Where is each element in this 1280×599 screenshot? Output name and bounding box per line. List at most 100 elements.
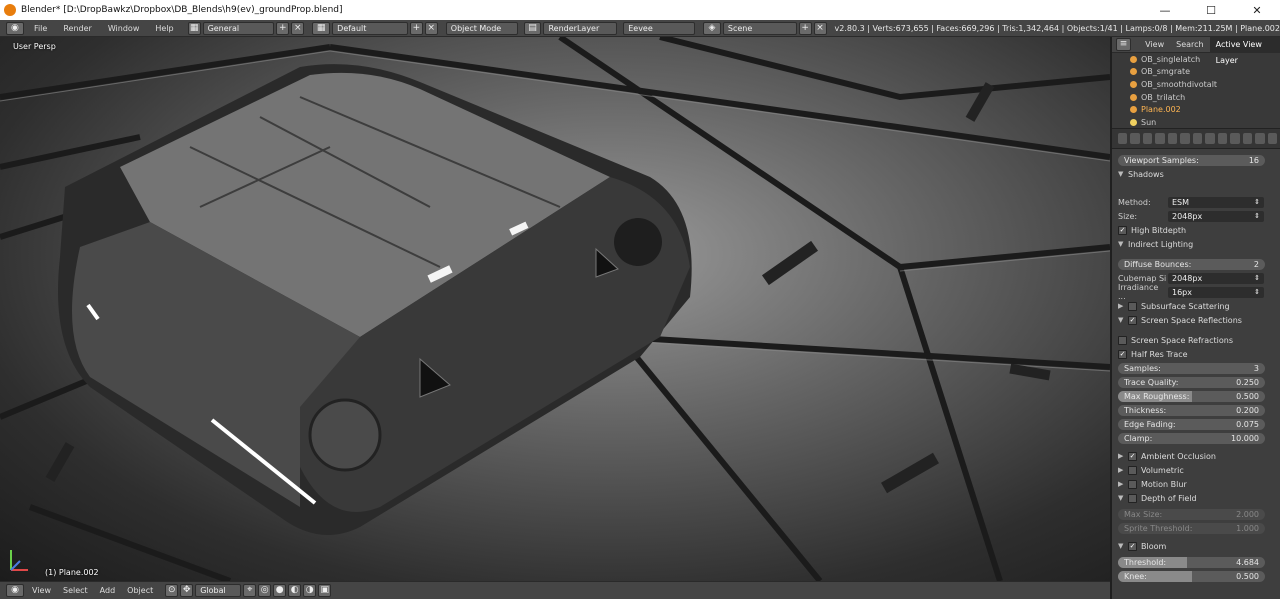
screen-layout-icon[interactable]: ▦ [312,21,331,35]
dof-panel-header[interactable]: ▼ Depth of Field [1118,491,1274,505]
mode-selector[interactable]: Object Mode [445,21,518,35]
outliner-editor-type-icon[interactable]: ≡ [1116,38,1132,51]
sss-panel-header[interactable]: ▶ Subsurface Scattering [1118,299,1274,313]
window-title: Blender* [D:\DropBawkz\Dropbox\DB_Blends… [21,5,343,15]
scene-tab-icon[interactable] [1167,133,1178,144]
output-tab-icon[interactable] [1142,133,1153,144]
bloom-knee-field[interactable]: Knee: 0.500 [1118,570,1265,582]
pivot-icon[interactable]: ⊙ [165,584,179,597]
shadows-panel-header[interactable]: ▼ Shadows [1118,167,1274,181]
tool-tab-icon[interactable] [1118,133,1128,144]
ao-panel-header[interactable]: ▶ ✓ Ambient Occlusion [1118,449,1274,463]
screen-selector[interactable]: Default [332,21,408,35]
object-tab-icon[interactable] [1192,133,1203,144]
indirect-lighting-panel-header[interactable]: ▼ Indirect Lighting [1118,237,1274,251]
render-engine-selector[interactable]: Eevee [623,21,695,35]
add-workspace-icon[interactable]: + [276,21,290,35]
volumetric-checkbox[interactable] [1128,465,1137,475]
menu-view[interactable]: View [26,586,57,595]
high-bitdepth-checkbox[interactable]: ✓ [1118,225,1127,235]
maximize-button[interactable]: ☐ [1188,4,1234,17]
ssr-max-roughness-field[interactable]: Max Roughness: 0.500 [1118,390,1265,402]
overlay-icon[interactable]: ▣ [318,584,332,597]
shading-solid-icon[interactable]: ● [273,584,287,597]
dof-max-size-field[interactable]: Max Size: 2.000 [1118,508,1265,520]
menu-object[interactable]: Object [121,586,159,595]
outliner-tab-search[interactable]: Search [1170,40,1209,49]
menu-render[interactable]: Render [55,24,99,33]
physics-tab-icon[interactable] [1230,133,1240,144]
cubemap-size-dropdown[interactable]: 2048px ⇕ [1168,272,1264,284]
editor-type-icon[interactable]: ◉ [6,21,24,35]
close-window-button[interactable]: ✕ [1234,4,1280,17]
world-tab-icon[interactable] [1180,133,1190,144]
motion-blur-panel-header[interactable]: ▶ Motion Blur [1118,477,1274,491]
scene-selector[interactable]: Scene [722,21,797,35]
view-layer-tab-icon[interactable] [1155,133,1165,144]
workspace-selector[interactable]: General [202,21,275,35]
snap-icon[interactable]: ⌖ [243,584,257,597]
material-tab-icon[interactable] [1267,133,1278,144]
workspace-icon[interactable]: ▦ [187,21,201,35]
shadow-size-dropdown[interactable]: 2048px ⇕ [1168,210,1264,222]
ssr-panel-header[interactable]: ▼ ✓ Screen Space Reflections [1118,313,1274,327]
minimize-button[interactable]: — [1142,4,1188,17]
shading-render-icon[interactable]: ◑ [303,584,317,597]
outliner-item[interactable]: OB_singlelatch [1112,53,1280,66]
menu-select[interactable]: Select [57,586,94,595]
data-tab-icon[interactable] [1255,133,1265,144]
viewport-editor-type-icon[interactable]: ◉ [6,584,24,597]
outliner-item[interactable]: OB_smoothdivotalt [1112,78,1280,91]
menu-help[interactable]: Help [147,24,181,33]
outliner-item-selected[interactable]: Plane.002 [1112,103,1280,116]
remove-workspace-icon[interactable]: × [291,21,305,35]
diffuse-bounces-field[interactable]: Diffuse Bounces: 2 [1118,258,1265,270]
3d-viewport[interactable]: User Persp (1) Plane.002 [0,37,1110,581]
shading-material-icon[interactable]: ◐ [288,584,302,597]
half-res-trace-checkbox[interactable]: ✓ [1118,349,1127,359]
ssr-thickness-field[interactable]: Thickness: 0.200 [1118,404,1265,416]
motion-blur-checkbox[interactable] [1128,479,1137,489]
particles-tab-icon[interactable] [1217,133,1228,144]
remove-screen-icon[interactable]: × [424,21,438,35]
outliner-item[interactable]: Sun [1112,116,1280,129]
transform-orientation-selector[interactable]: Global [195,584,242,597]
add-screen-icon[interactable]: + [409,21,423,35]
render-tab-icon[interactable] [1130,133,1140,144]
outliner-tab-view[interactable]: View [1139,40,1170,49]
bloom-checkbox[interactable]: ✓ [1128,541,1137,551]
menu-window[interactable]: Window [100,24,148,33]
ssr-clamp-field[interactable]: Clamp: 10.000 [1118,432,1265,444]
scene-icon[interactable]: ◈ [702,21,721,35]
menu-file[interactable]: File [26,24,55,33]
ssr-checkbox[interactable]: ✓ [1128,315,1137,325]
ssr-edge-fading-field[interactable]: Edge Fading: 0.075 [1118,418,1265,430]
proportional-edit-icon[interactable]: ◎ [258,584,272,597]
viewport-samples-field[interactable]: Viewport Samples: 16 [1118,154,1265,166]
render-layer-selector[interactable]: RenderLayer [543,21,618,35]
ssr-samples-field[interactable]: Samples: 3 [1118,362,1265,374]
remove-scene-icon[interactable]: × [813,21,827,35]
volumetric-panel-header[interactable]: ▶ Volumetric [1118,463,1274,477]
ao-checkbox[interactable]: ✓ [1128,451,1137,461]
shadow-size-value: 2048px [1172,211,1203,221]
ssr-trace-quality-field[interactable]: Trace Quality: 0.250 [1118,376,1265,388]
dof-sprite-threshold-field[interactable]: Sprite Threshold: 1.000 [1118,522,1265,534]
dof-checkbox[interactable] [1128,493,1137,503]
outliner-tab-active-view-layer[interactable]: Active View Layer [1209,36,1280,65]
constraints-tab-icon[interactable] [1242,133,1253,144]
outliner-item[interactable]: OB_trilatch [1112,91,1280,104]
render-engine-name: Eevee [628,23,653,33]
add-scene-icon[interactable]: + [798,21,812,35]
bloom-panel-header[interactable]: ▼ ✓ Bloom [1118,539,1274,553]
irradiance-size-dropdown[interactable]: 16px ⇕ [1168,286,1264,298]
ss-refractions-checkbox[interactable] [1118,335,1127,345]
menu-add[interactable]: Add [94,586,122,595]
bloom-threshold-field[interactable]: Threshold: 4.684 [1118,556,1265,568]
manipulator-icon[interactable]: ✥ [180,584,194,597]
sss-checkbox[interactable] [1128,301,1137,311]
shadow-method-dropdown[interactable]: ESM ⇕ [1168,196,1264,208]
outliner-item[interactable]: OB_smgrate [1112,66,1280,79]
modifier-tab-icon[interactable] [1205,133,1215,144]
render-layer-icon[interactable]: ▤ [523,21,542,35]
